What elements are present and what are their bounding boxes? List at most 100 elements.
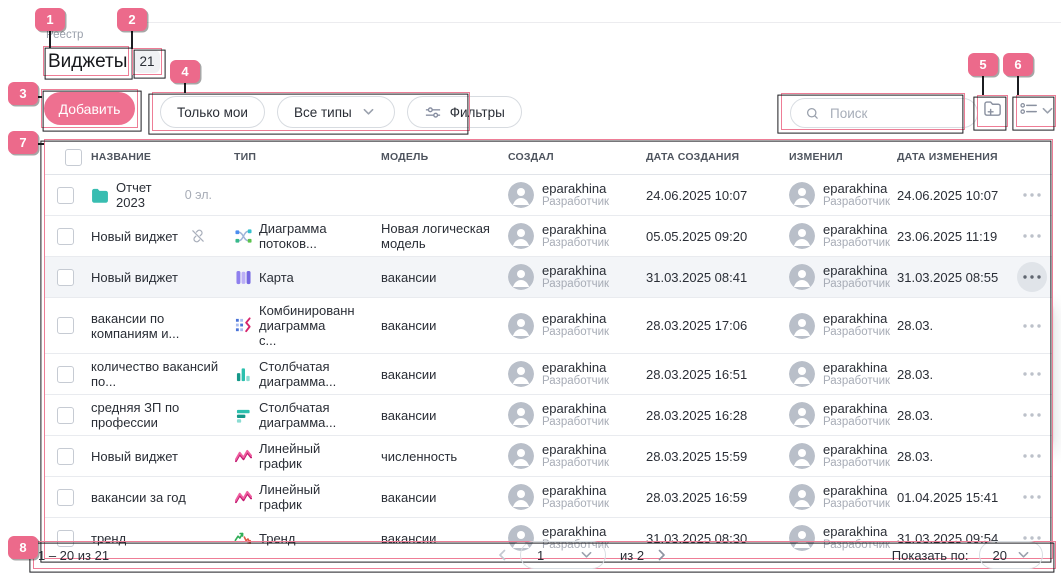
folder-items-count: 0 эл.: [185, 188, 212, 203]
modified-by-role: Разработчик: [823, 278, 889, 291]
row-checkbox[interactable]: [57, 489, 74, 506]
created-by-name: eparakhina: [542, 264, 609, 278]
chevron-right-icon[interactable]: [658, 549, 666, 561]
page-title: Виджеты: [48, 51, 127, 73]
widget-name: средняя ЗП по профессии: [91, 400, 220, 430]
widget-type: Диаграмма потоков...: [259, 221, 345, 251]
avatar: [508, 402, 534, 428]
row-checkbox[interactable]: [57, 448, 74, 465]
annotation-badge-6: 6: [1003, 53, 1033, 76]
table-row[interactable]: Новый виджет Линейный график численность…: [45, 436, 1052, 477]
widget-type: Карта: [259, 270, 294, 285]
table-row[interactable]: Новый виджет Диаграмма потоков... Новая …: [45, 216, 1052, 257]
created-at: 28.03.2025 16:28: [638, 408, 781, 423]
all-types-dropdown[interactable]: Все типы: [277, 96, 395, 128]
created-by-role: Разработчик: [542, 539, 609, 552]
chevron-down-icon: [577, 551, 595, 559]
records-count-badge: 21: [134, 50, 160, 73]
column-header-modified-at: ДАТА ИЗМЕНЕНИЯ: [889, 151, 1009, 163]
pagination-bar: 1 – 20 из 21 1 из 2 Показать по: 20: [33, 541, 1056, 569]
avatar: [508, 361, 534, 387]
combo-icon: [234, 317, 252, 334]
widget-name: Новый виджет: [91, 449, 178, 464]
add-folder-button[interactable]: [981, 99, 1005, 123]
widget-model: численность: [373, 449, 500, 464]
table-row[interactable]: Новый виджет Карта вакансии eparakhina Р…: [45, 257, 1052, 298]
select-all-checkbox[interactable]: [65, 149, 82, 166]
widgets-table: НАЗВАНИЕ ТИП МОДЕЛЬ СОЗДАЛ ДАТА СОЗДАНИЯ…: [44, 139, 1053, 559]
avatar: [789, 484, 815, 510]
row-checkbox[interactable]: [57, 366, 74, 383]
widget-model: вакансии: [373, 531, 500, 546]
table-row[interactable]: средняя ЗП по профессии Столбчатая диагр…: [45, 395, 1052, 436]
table-row[interactable]: вакансии по компаниям и... Комбинированн…: [45, 298, 1052, 354]
row-actions-button[interactable]: [1017, 221, 1047, 251]
context-menu-item[interactable]: Редактировать: [932, 342, 1053, 375]
per-page-select[interactable]: 20: [979, 541, 1043, 569]
created-by-role: Разработчик: [542, 416, 609, 429]
unlink-icon: [190, 228, 206, 244]
pager: 1 из 2: [498, 541, 666, 569]
modified-by-role: Разработчик: [823, 539, 889, 552]
table-row[interactable]: количество вакансий по... Столбчатая диа…: [45, 354, 1052, 395]
total-pages-label: из 2: [620, 548, 644, 563]
created-by-name: eparakhina: [542, 443, 609, 457]
filter-icon: [424, 106, 442, 119]
modified-at: 24.06.2025 10:07: [889, 188, 1009, 203]
avatar: [789, 361, 815, 387]
modified-by-role: Разработчик: [823, 326, 889, 339]
modified-at: 28.03.: [889, 449, 1009, 464]
context-menu-item[interactable]: Удалить: [932, 408, 1053, 441]
row-checkbox[interactable]: [57, 269, 74, 286]
modified-by-role: Разработчик: [823, 416, 889, 429]
row-actions-button[interactable]: [1017, 262, 1047, 292]
modified-at: 23.06.2025 11:19: [889, 229, 1009, 244]
table-body: Отчет 2023 0 эл. eparakhina Разработчик …: [45, 175, 1052, 558]
avatar: [508, 223, 534, 249]
row-checkbox[interactable]: [57, 187, 74, 204]
page-select[interactable]: 1: [520, 541, 606, 569]
widget-type: Комбинированн диаграмма с...: [259, 303, 345, 348]
chevron-left-icon[interactable]: [498, 549, 506, 561]
table-row[interactable]: тренд Тренд вакансии eparakhina Разработ…: [45, 518, 1052, 558]
created-by-role: Разработчик: [542, 237, 609, 250]
search-box[interactable]: [790, 98, 978, 128]
avatar: [508, 525, 534, 551]
modified-by-name: eparakhina: [823, 525, 889, 539]
chevron-down-icon: [360, 108, 378, 116]
row-checkbox[interactable]: [57, 317, 74, 334]
widget-name: Новый виджет: [91, 229, 178, 244]
row-checkbox[interactable]: [57, 530, 74, 547]
sankey-icon: [234, 228, 252, 245]
widget-name: вакансии за год: [91, 490, 186, 505]
filters-button[interactable]: Фильтры: [407, 96, 522, 128]
avatar: [789, 182, 815, 208]
row-checkbox[interactable]: [57, 407, 74, 424]
header-divider: [140, 22, 1061, 23]
widget-model: вакансии: [373, 270, 500, 285]
modified-by-name: eparakhina: [823, 264, 889, 278]
avatar: [508, 313, 534, 339]
row-actions-button[interactable]: [1017, 482, 1047, 512]
avatar: [789, 525, 815, 551]
line-icon: [234, 449, 252, 463]
avatar: [508, 443, 534, 469]
context-menu-item[interactable]: Клонировать: [932, 375, 1053, 408]
row-actions-button[interactable]: [1017, 523, 1047, 553]
display-settings-button[interactable]: [1020, 99, 1053, 123]
created-at: 24.06.2025 10:07: [638, 188, 781, 203]
row-actions-button[interactable]: [1017, 180, 1047, 210]
created-by-role: Разработчик: [542, 326, 609, 339]
filter-toolbar: Только мои Все типы Фильтры: [160, 96, 522, 128]
add-button[interactable]: Добавить: [44, 92, 135, 125]
line-icon: [234, 490, 252, 504]
context-menu-item[interactable]: Открыть: [932, 309, 1053, 342]
only-mine-button[interactable]: Только мои: [160, 96, 265, 128]
row-checkbox[interactable]: [57, 228, 74, 245]
table-row[interactable]: вакансии за год Линейный график вакансии…: [45, 477, 1052, 518]
add-folder-icon: [983, 99, 1004, 123]
table-row[interactable]: Отчет 2023 0 эл. eparakhina Разработчик …: [45, 175, 1052, 216]
hbar-icon: [234, 408, 252, 423]
created-at: 28.03.2025 17:06: [638, 318, 781, 333]
annotation-badge-7: 7: [8, 131, 38, 154]
